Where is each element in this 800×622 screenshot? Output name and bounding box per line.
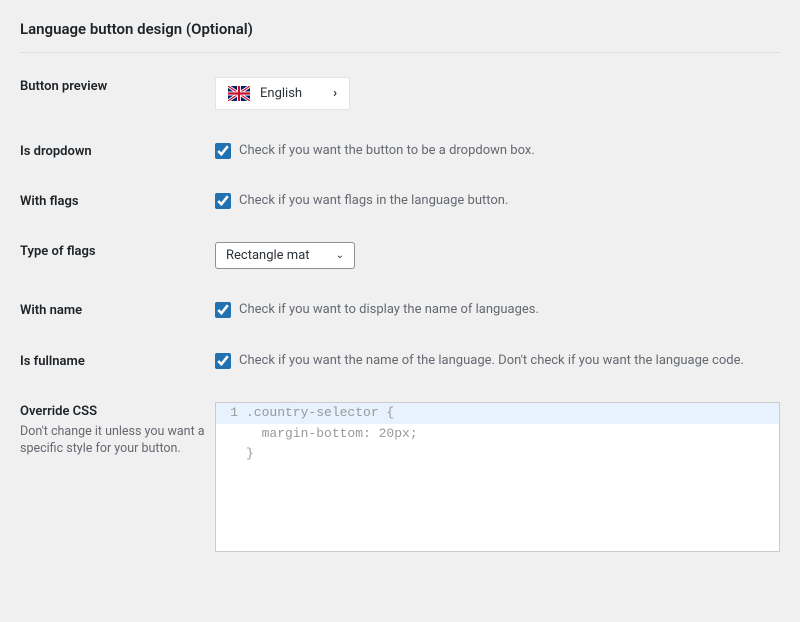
code-line-3: } xyxy=(246,444,254,465)
label-with-flags: With flags xyxy=(20,192,215,209)
code-line-1: .country-selector { xyxy=(246,403,394,424)
row-override-css: Override CSS Don't change it unless you … xyxy=(20,402,780,552)
chevron-down-icon: ⌄ xyxy=(336,250,344,261)
checkbox-is-fullname[interactable] xyxy=(215,353,231,369)
label-button-preview: Button preview xyxy=(20,77,215,94)
row-button-preview: Button preview English › xyxy=(20,77,780,110)
row-is-dropdown: Is dropdown Check if you want the button… xyxy=(20,142,780,160)
row-with-flags: With flags Check if you want flags in th… xyxy=(20,192,780,210)
button-preview[interactable]: English › xyxy=(215,77,350,110)
code-gutter xyxy=(216,444,246,465)
label-type-flags: Type of flags xyxy=(20,242,215,259)
code-gutter: 1 xyxy=(216,403,246,424)
sublabel-override-css: Don't change it unless you want a specif… xyxy=(20,423,215,458)
select-value: Rectangle mat xyxy=(226,248,326,263)
desc-is-fullname: Check if you want the name of the langua… xyxy=(239,352,744,370)
section-title: Language button design (Optional) xyxy=(20,20,780,53)
label-is-dropdown: Is dropdown xyxy=(20,142,215,159)
flag-uk-icon xyxy=(228,86,250,101)
code-gutter xyxy=(216,424,246,445)
row-with-name: With name Check if you want to display t… xyxy=(20,301,780,319)
label-with-name: With name xyxy=(20,301,215,318)
desc-is-dropdown: Check if you want the button to be a dro… xyxy=(239,142,535,160)
desc-with-flags: Check if you want flags in the language … xyxy=(239,192,508,210)
checkbox-with-name[interactable] xyxy=(215,302,231,318)
select-type-flags[interactable]: Rectangle mat ⌄ xyxy=(215,242,355,269)
code-editor-override-css[interactable]: 1 .country-selector { margin-bottom: 20p… xyxy=(215,402,780,552)
checkbox-is-dropdown[interactable] xyxy=(215,143,231,159)
checkbox-with-flags[interactable] xyxy=(215,193,231,209)
chevron-right-icon: › xyxy=(333,86,337,101)
preview-language-name: English xyxy=(260,86,323,101)
label-is-fullname: Is fullname xyxy=(20,352,215,369)
label-override-css: Override CSS Don't change it unless you … xyxy=(20,402,215,458)
row-is-fullname: Is fullname Check if you want the name o… xyxy=(20,352,780,370)
desc-with-name: Check if you want to display the name of… xyxy=(239,301,539,319)
code-line-2: margin-bottom: 20px; xyxy=(246,424,418,445)
row-type-flags: Type of flags Rectangle mat ⌄ xyxy=(20,242,780,269)
